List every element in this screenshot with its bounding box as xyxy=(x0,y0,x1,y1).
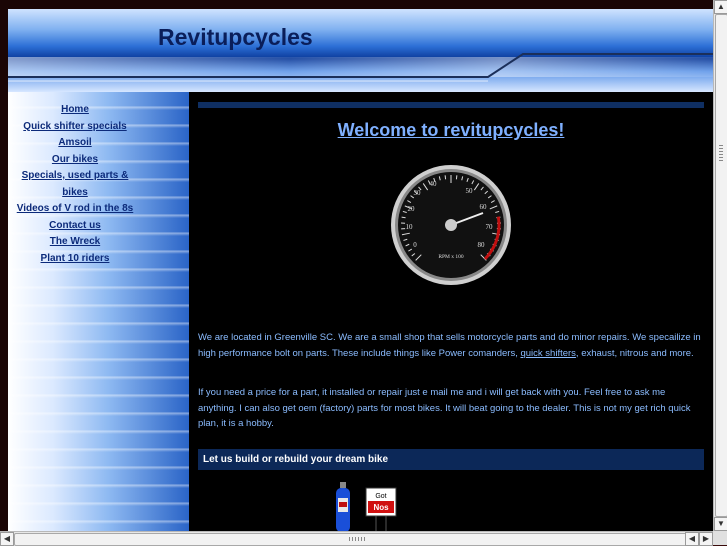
scroll-right-icon-a[interactable]: ◀ xyxy=(685,532,699,546)
scroll-left-icon[interactable]: ◀ xyxy=(0,532,14,546)
nav-link-videos-v-rod[interactable]: Videos of V rod in the 8s xyxy=(17,203,134,214)
page: Revitupcycles Home Quick shifter special… xyxy=(8,9,713,531)
nav-link-home[interactable]: Home xyxy=(61,104,89,115)
nav-item-specials: Specials, used parts & bikes xyxy=(8,168,142,201)
horizontal-scrollbar[interactable]: ◀ ◀ ▶ xyxy=(0,531,713,546)
header-swoosh-graphic xyxy=(8,9,713,92)
scroll-up-icon[interactable]: ▲ xyxy=(714,0,727,14)
gauge-tick-label-70: 70 xyxy=(486,223,494,231)
welcome-heading: Welcome to revitupcycles! xyxy=(198,120,704,141)
content-top-bar xyxy=(198,102,704,108)
nav-link-specials-used-parts[interactable]: Specials, used parts & bikes xyxy=(22,170,129,198)
vertical-scroll-thumb[interactable] xyxy=(715,14,727,517)
main-content: Welcome to revitupcycles! 40 30 20 10 0 … xyxy=(198,92,704,531)
nav-link-plant-10-riders[interactable]: Plant 10 riders xyxy=(41,253,110,264)
nav-item-videos: Videos of V rod in the 8s xyxy=(8,201,142,218)
nav-item-quick-shifter-specials: Quick shifter specials xyxy=(8,119,142,136)
nav-link-the-wreck[interactable]: The Wreck xyxy=(50,236,100,247)
nos-sign-line1: Got xyxy=(375,493,386,500)
nav-link-our-bikes[interactable]: Our bikes xyxy=(52,154,98,165)
nav-link-amsoil[interactable]: Amsoil xyxy=(58,137,91,148)
nos-bottle-image: Got Nos xyxy=(334,480,404,531)
header-banner: Revitupcycles xyxy=(8,9,713,92)
gauge-tick-label-80: 80 xyxy=(478,241,486,249)
nav-item-our-bikes: Our bikes xyxy=(8,152,142,169)
sidebar-nav: Home Quick shifter specials Amsoil Our b… xyxy=(8,102,142,267)
nav-item-plant-10: Plant 10 riders xyxy=(8,251,142,268)
scroll-down-icon[interactable]: ▼ xyxy=(714,517,727,531)
sidebar: Home Quick shifter specials Amsoil Our b… xyxy=(8,92,189,531)
gauge-tick-label-40: 40 xyxy=(430,180,438,188)
gauge-tick-label-50: 50 xyxy=(466,187,474,195)
gauge-tick-label-30: 30 xyxy=(414,189,422,197)
nav-item-home: Home xyxy=(8,102,142,119)
gauge-tick-label-20: 20 xyxy=(408,205,416,213)
gauge-unit-label: RPM x 100 xyxy=(438,254,464,260)
site-title: Revitupcycles xyxy=(158,24,313,51)
quick-shifters-link[interactable]: quick shifters xyxy=(520,348,575,359)
scroll-right-icon[interactable]: ▶ xyxy=(699,532,713,546)
intro-paragraph: We are located in Greenville SC. We are … xyxy=(198,330,704,361)
scrollbar-corner xyxy=(713,531,727,545)
nav-link-contact-us[interactable]: Contact us xyxy=(49,220,101,231)
tachometer-image: 40 30 20 10 0 50 60 70 80 RPM x 100 xyxy=(389,163,513,287)
horizontal-scroll-thumb[interactable] xyxy=(14,533,699,546)
dream-bike-bar: Let us build or rebuild your dream bike xyxy=(198,449,704,470)
gauge-tick-label-10: 10 xyxy=(406,223,414,231)
gauge-tick-label-0: 0 xyxy=(413,241,417,249)
nav-item-wreck: The Wreck xyxy=(8,234,142,251)
nav-item-amsoil: Amsoil xyxy=(8,135,142,152)
vertical-scrollbar[interactable]: ▲ ▼ xyxy=(713,0,727,531)
gauge-tick-label-60: 60 xyxy=(480,203,488,211)
nav-item-contact: Contact us xyxy=(8,218,142,235)
pricing-paragraph: If you need a price for a part, it insta… xyxy=(198,385,704,432)
nos-sign-line2: Nos xyxy=(373,503,389,512)
nav-link-quick-shifter-specials[interactable]: Quick shifter specials xyxy=(23,121,126,132)
